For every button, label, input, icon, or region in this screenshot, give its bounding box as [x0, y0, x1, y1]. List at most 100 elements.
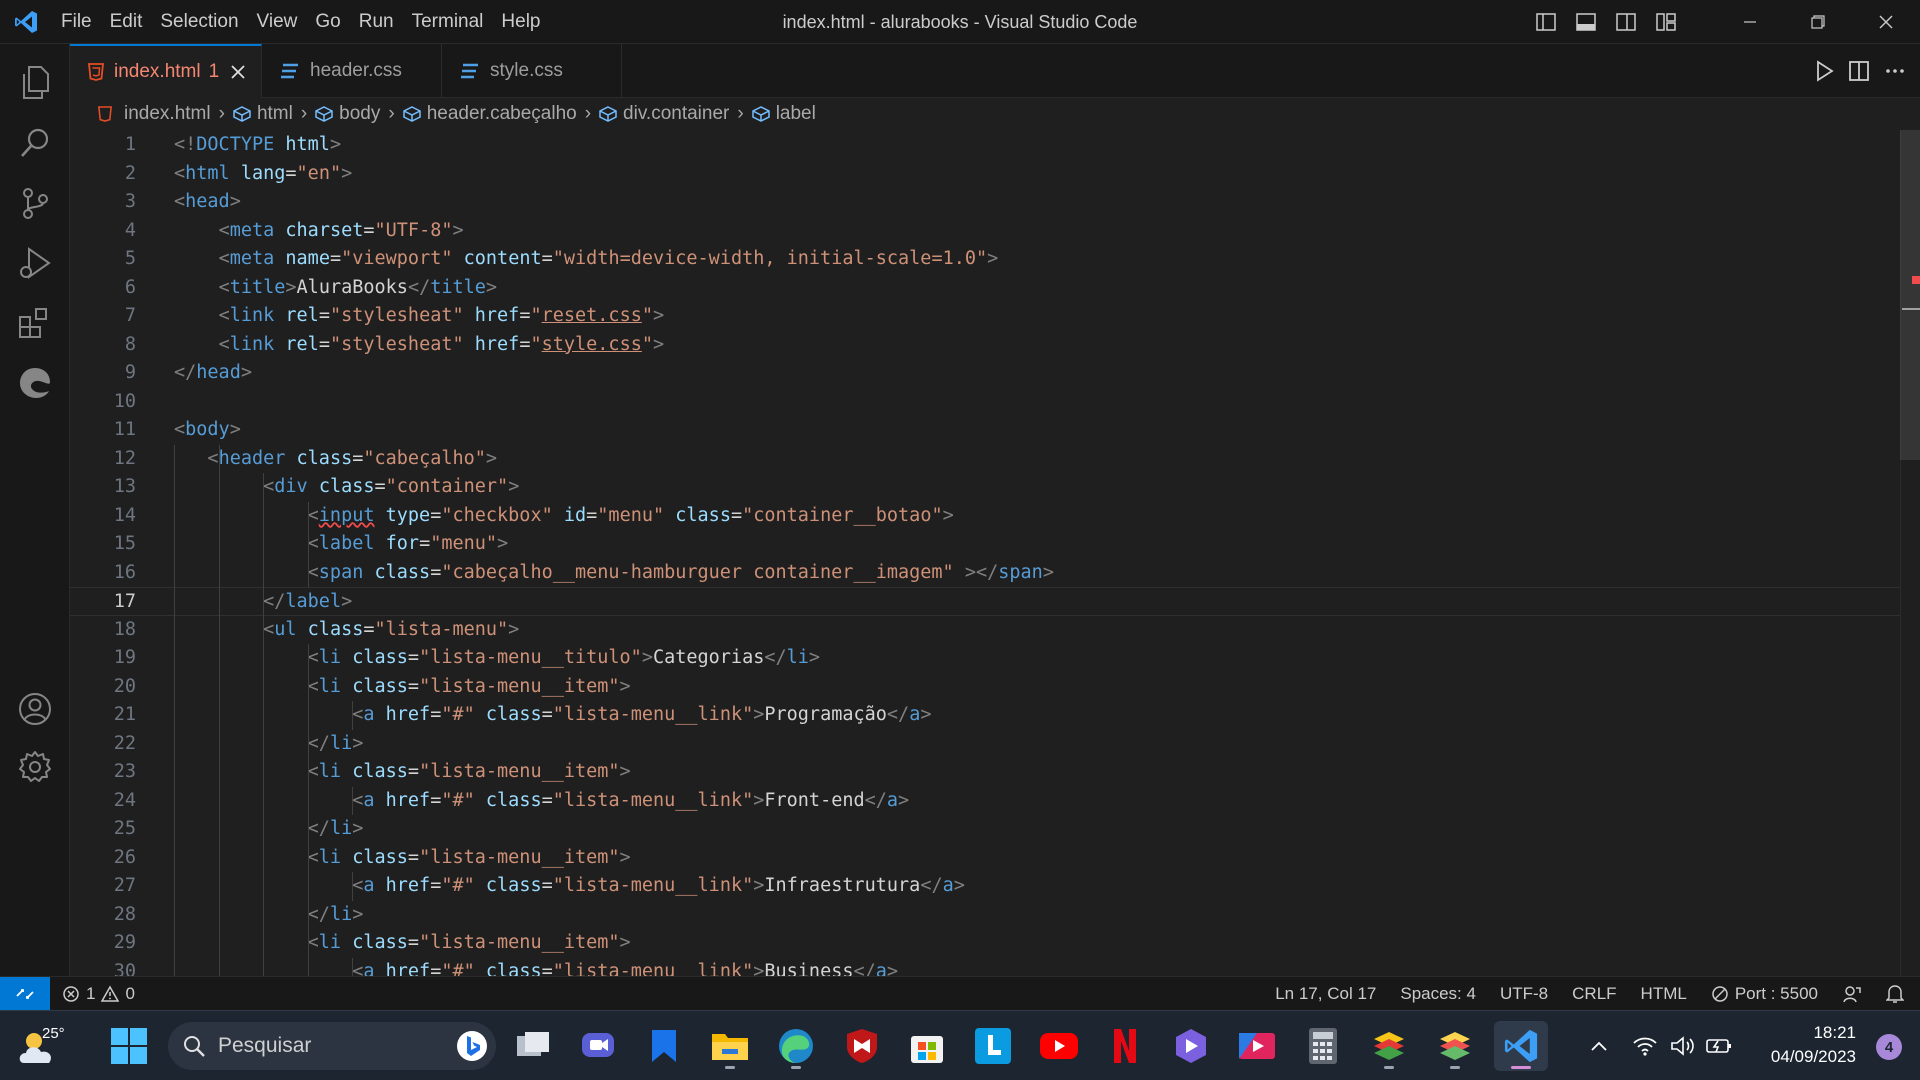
bing-icon[interactable] [456, 1030, 488, 1062]
code-line[interactable]: 1 <!DOCTYPE html> [70, 131, 1920, 160]
tab-header-css[interactable]: header.css [262, 44, 442, 98]
taskbar-clock[interactable]: 18:21 04/09/2023 [1771, 1021, 1856, 1069]
code-line[interactable]: 30 <a href="#" class="lista-menu__link">… [70, 958, 1920, 977]
search-icon[interactable] [0, 110, 70, 176]
battery-icon[interactable] [1704, 1033, 1734, 1059]
taskbar-edge[interactable] [769, 1021, 823, 1071]
taskbar-bluestacks-x[interactable] [1428, 1021, 1482, 1071]
wifi-icon[interactable] [1630, 1033, 1660, 1059]
scrollbar-thumb[interactable] [1900, 130, 1920, 460]
code-line[interactable]: 20 <li class="lista-menu__item"> [70, 673, 1920, 702]
volume-icon[interactable] [1668, 1033, 1698, 1059]
encoding[interactable]: UTF-8 [1500, 984, 1548, 1004]
language-mode[interactable]: HTML [1641, 984, 1687, 1004]
code-line[interactable]: 23 <li class="lista-menu__item"> [70, 758, 1920, 787]
taskbar-microsoft-store[interactable] [900, 1021, 954, 1071]
code-line[interactable]: 7 <link rel="stylesheat" href="reset.css… [70, 302, 1920, 331]
menu-selection[interactable]: Selection [151, 0, 247, 44]
remote-indicator[interactable] [0, 977, 50, 1011]
weather-widget[interactable]: 25° [10, 1017, 70, 1075]
more-actions-icon[interactable] [1884, 60, 1906, 82]
notification-count-badge[interactable]: 4 [1876, 1034, 1902, 1060]
problems-indicator[interactable]: 1 0 [62, 977, 135, 1011]
toggle-primary-sidebar-icon[interactable] [1526, 0, 1566, 44]
code-line[interactable]: 12 <header class="cabeçalho"> [70, 445, 1920, 474]
menu-view[interactable]: View [248, 0, 307, 44]
menu-edit[interactable]: Edit [101, 0, 152, 44]
feedback-icon[interactable] [1842, 984, 1862, 1004]
code-line[interactable]: 18 <ul class="lista-menu"> [70, 616, 1920, 645]
minimize-button[interactable] [1716, 0, 1784, 44]
taskbar-calculator[interactable] [1296, 1021, 1350, 1071]
extensions-icon[interactable] [0, 290, 70, 356]
split-editor-icon[interactable] [1848, 60, 1870, 82]
menu-run[interactable]: Run [350, 0, 403, 44]
taskbar-chat[interactable] [571, 1021, 625, 1071]
code-line[interactable]: 24 <a href="#" class="lista-menu__link">… [70, 787, 1920, 816]
code-line[interactable]: 2 <html lang="en"> [70, 160, 1920, 189]
tab-style-css[interactable]: style.css [442, 44, 622, 98]
taskbar-prime-app[interactable] [1164, 1021, 1218, 1071]
code-line[interactable]: 29 <li class="lista-menu__item"> [70, 929, 1920, 958]
accounts-icon[interactable] [0, 676, 70, 742]
close-tab-icon[interactable] [231, 65, 245, 79]
end-of-line[interactable]: CRLF [1572, 984, 1616, 1004]
code-line[interactable]: 25 </li> [70, 815, 1920, 844]
code-line[interactable]: 8 <link rel="stylesheat" href="style.css… [70, 331, 1920, 360]
cursor-position[interactable]: Ln 17, Col 17 [1275, 984, 1376, 1004]
code-editor[interactable]: 1 <!DOCTYPE html> 2 <html lang="en"> 3 <head>… [70, 130, 1920, 976]
taskbar-task-view[interactable] [506, 1021, 560, 1071]
tab-index-html[interactable]: index.html 1 [70, 44, 262, 98]
live-server-port[interactable]: Port : 5500 [1711, 984, 1818, 1004]
code-line[interactable]: 26 <li class="lista-menu__item"> [70, 844, 1920, 873]
code-line[interactable]: 3 <head> [70, 188, 1920, 217]
menu-terminal[interactable]: Terminal [403, 0, 493, 44]
taskbar-netflix[interactable] [1098, 1021, 1152, 1071]
notifications-bell-icon[interactable] [1886, 984, 1904, 1004]
breadcrumb-item-label[interactable]: label [751, 103, 816, 125]
code-line[interactable]: 4 <meta charset="UTF-8"> [70, 217, 1920, 246]
taskbar-file-explorer[interactable] [703, 1021, 757, 1071]
run-and-debug-icon[interactable] [0, 230, 70, 296]
indentation[interactable]: Spaces: 4 [1400, 984, 1476, 1004]
code-line[interactable]: 10 [70, 388, 1920, 417]
toggle-secondary-sidebar-icon[interactable] [1606, 0, 1646, 44]
code-line[interactable]: 19 <li class="lista-menu__titulo">Catego… [70, 644, 1920, 673]
taskbar-bookmark-app[interactable] [637, 1021, 691, 1071]
taskbar-media-app[interactable] [1230, 1021, 1284, 1071]
breadcrumb-item-html[interactable]: html [233, 103, 293, 125]
breadcrumb-item-header[interactable]: header.cabeçalho [402, 103, 577, 125]
code-line[interactable]: 22 </li> [70, 730, 1920, 759]
code-line[interactable]: 17 </label> [70, 587, 1920, 616]
taskbar-search[interactable]: Pesquisar [168, 1022, 496, 1070]
run-play-icon[interactable] [1814, 60, 1834, 82]
code-line[interactable]: 11 <body> [70, 416, 1920, 445]
breadcrumb-item-file[interactable]: index.html [98, 103, 211, 125]
start-button[interactable] [102, 1021, 156, 1071]
toggle-panel-icon[interactable] [1566, 0, 1606, 44]
code-line[interactable]: 5 <meta name="viewport" content="width=d… [70, 245, 1920, 274]
manage-gear-icon[interactable] [0, 734, 70, 800]
show-hidden-icons-chevron-icon[interactable] [1584, 1033, 1614, 1059]
code-line[interactable]: 14 <input type="checkbox" id="menu" clas… [70, 502, 1920, 531]
code-line[interactable]: 15 <label for="menu"> [70, 530, 1920, 559]
customize-layout-icon[interactable] [1646, 0, 1686, 44]
taskbar-l-app[interactable] [966, 1021, 1020, 1071]
taskbar-bluestacks[interactable] [1362, 1021, 1416, 1071]
explorer-icon[interactable] [0, 50, 70, 116]
code-line[interactable]: 28 </li> [70, 901, 1920, 930]
breadcrumb-item-div[interactable]: div.container [599, 103, 729, 125]
source-control-icon[interactable] [0, 170, 70, 236]
menu-go[interactable]: Go [306, 0, 349, 44]
taskbar-mcafee[interactable] [835, 1021, 889, 1071]
code-line[interactable]: 21 <a href="#" class="lista-menu__link">… [70, 701, 1920, 730]
menu-help[interactable]: Help [492, 0, 549, 44]
code-line[interactable]: 13 <div class="container"> [70, 473, 1920, 502]
code-line[interactable]: 6 <title>AluraBooks</title> [70, 274, 1920, 303]
breadcrumb-item-body[interactable]: body [315, 103, 380, 125]
code-line[interactable]: 9 </head> [70, 359, 1920, 388]
taskbar-youtube[interactable] [1032, 1021, 1086, 1071]
close-window-button[interactable] [1852, 0, 1920, 44]
edge-devtools-icon[interactable] [0, 350, 70, 416]
code-line[interactable]: 27 <a href="#" class="lista-menu__link">… [70, 872, 1920, 901]
